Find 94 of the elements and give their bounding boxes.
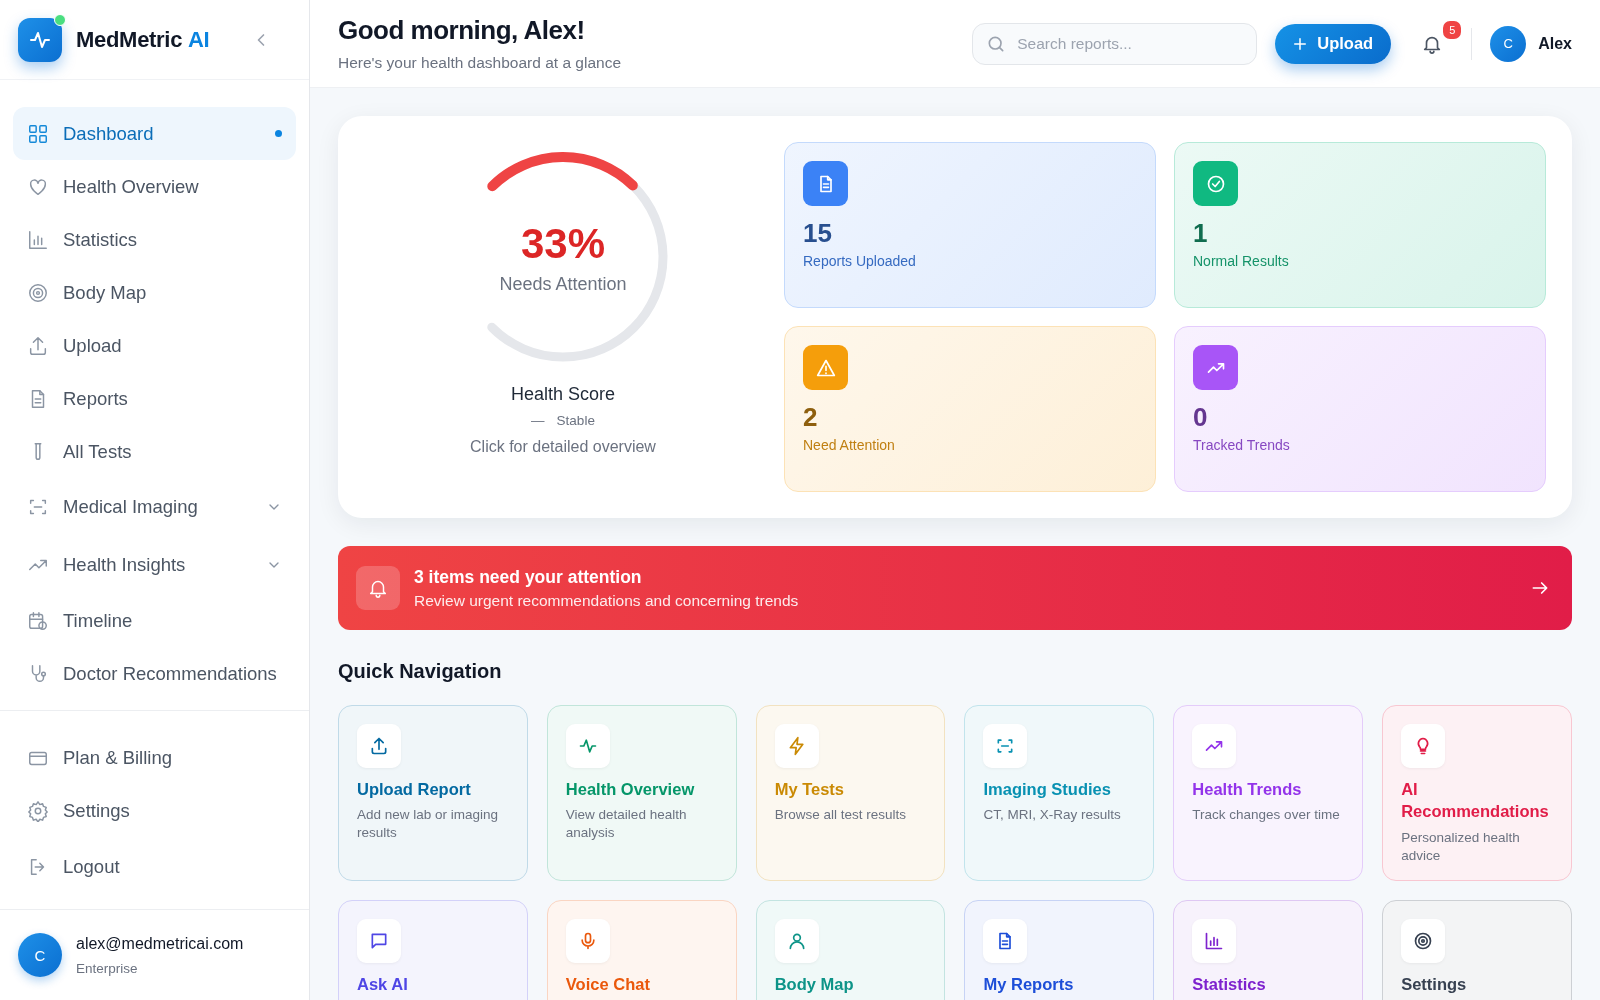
check-circle-icon xyxy=(1205,173,1226,194)
sidebar-item[interactable]: Medical Imaging xyxy=(13,478,296,537)
stat-label: Tracked Trends xyxy=(1193,437,1291,453)
stat-label: Reports Uploaded xyxy=(803,253,917,269)
upload-icon xyxy=(369,736,389,756)
calendar-clock-icon xyxy=(27,609,49,632)
upload-icon xyxy=(27,334,49,357)
score-hint: Click for detailed overview xyxy=(470,438,656,456)
health-score-panel[interactable]: 33% Needs Attention Health Score — Stable Click for detailed overview xyxy=(364,142,762,492)
target-icon xyxy=(27,281,49,304)
tile-title: My Reports xyxy=(983,974,1075,995)
alert-banner[interactable]: 3 items need your attention Review urgent recommendations and concerning trends xyxy=(338,546,1572,630)
stat-value: 2 xyxy=(803,402,819,433)
tile-title: Voice Chat xyxy=(565,974,651,995)
tile-title: Upload Report xyxy=(357,779,472,800)
tile-description: CT, MRI, X-Ray results xyxy=(983,806,1122,825)
sidebar-item[interactable]: Settings xyxy=(13,784,296,838)
tile-description: View detailed health analysis xyxy=(565,806,688,843)
settings-icon xyxy=(27,799,49,822)
tile-description: Personalized health advice xyxy=(1401,828,1521,865)
greeting-subtitle: Here's your health dashboard at a glance xyxy=(338,54,621,72)
sidebar-item[interactable]: Reports xyxy=(13,372,296,426)
search-field[interactable]: Search reports... xyxy=(972,22,1258,65)
stat-card[interactable]: 2 Need Attention xyxy=(784,326,1156,492)
nav-tile[interactable]: Voice Chat xyxy=(546,900,737,1000)
nav-tile[interactable]: Statistics xyxy=(1173,900,1364,1000)
nav-tile[interactable]: Ask AI xyxy=(338,900,528,1000)
alert-title: 3 items need your attention xyxy=(414,566,643,588)
bar-chart-icon xyxy=(1204,931,1225,951)
stat-value: 0 xyxy=(1193,402,1209,433)
stat-value: 15 xyxy=(803,218,833,249)
stat-card[interactable]: 15 Reports Uploaded xyxy=(784,142,1156,308)
user-name: Alex xyxy=(1538,34,1572,53)
score-value: 33% xyxy=(520,219,606,268)
stat-label: Normal Results xyxy=(1193,253,1290,269)
nav-tile[interactable]: Upload Report Add new lab or imaging results xyxy=(338,705,528,881)
active-dot xyxy=(275,130,282,138)
tile-title: Health Overview xyxy=(565,779,696,800)
alert-text: Review urgent recommendations and concerning trends xyxy=(414,591,799,610)
bar-chart-icon xyxy=(27,228,49,251)
pulse-icon xyxy=(577,736,598,756)
sidebar-item[interactable]: Dashboard xyxy=(13,107,296,161)
trend-label: Stable xyxy=(556,413,595,428)
tile-title: Body Map xyxy=(774,974,855,995)
nav-tile[interactable]: Health Overview View detailed health analysis xyxy=(546,705,737,881)
person-icon xyxy=(786,931,807,951)
sidebar-item[interactable]: Health Overview xyxy=(13,160,296,214)
nav-tile[interactable]: Body Map xyxy=(755,900,946,1000)
plan-name: Enterprise xyxy=(76,960,139,976)
score-status: Needs Attention xyxy=(499,273,627,295)
sidebar-item[interactable]: Upload xyxy=(13,319,296,373)
chat-icon xyxy=(369,931,389,951)
tile-title: Settings xyxy=(1401,974,1468,995)
tile-title: Imaging Studies xyxy=(983,779,1112,800)
sidebar-item[interactable]: Statistics xyxy=(13,213,296,267)
sidebar-item[interactable]: Doctor Recommendations xyxy=(13,647,296,701)
stat-card[interactable]: 1 Normal Results xyxy=(1174,142,1546,308)
scan-icon xyxy=(995,736,1016,756)
nav-tile[interactable]: My Reports xyxy=(964,900,1155,1000)
tile-title: My Tests xyxy=(774,779,846,800)
notification-count: 5 xyxy=(1441,18,1464,41)
upload-button[interactable]: Upload xyxy=(1275,23,1392,64)
warning-icon xyxy=(815,357,836,378)
tile-description: Browse all test results xyxy=(774,806,907,825)
user-email: alex@medmetricai.com xyxy=(76,934,244,953)
sidebar-item[interactable]: Timeline xyxy=(13,594,296,648)
tile-title: Health Trends xyxy=(1192,779,1303,800)
nav-tile[interactable]: Settings xyxy=(1382,900,1572,1000)
nav-tile[interactable]: Imaging Studies CT, MRI, X-Ray results xyxy=(964,705,1155,881)
tile-title: AI Recommendations xyxy=(1401,779,1550,823)
target-icon xyxy=(1413,931,1434,951)
sidebar-item[interactable]: All Tests xyxy=(13,425,296,479)
user-avatar[interactable]: C xyxy=(18,933,62,977)
greeting-title: Good morning, Alex! xyxy=(338,15,586,46)
tile-title: Ask AI xyxy=(357,974,409,995)
sidebar-item[interactable]: Plan & Billing xyxy=(13,731,296,785)
stat-label: Need Attention xyxy=(803,437,896,453)
sidebar-item[interactable]: Body Map xyxy=(13,266,296,320)
tile-title: Statistics xyxy=(1192,974,1267,995)
tile-description: Track changes over time xyxy=(1192,806,1341,825)
user-avatar[interactable]: C xyxy=(1490,25,1527,62)
dashboard-icon xyxy=(27,122,49,145)
section-title: Quick Navigation xyxy=(338,660,503,683)
sidebar-item[interactable]: Health Insights xyxy=(13,536,296,595)
sidebar-item[interactable]: Logout xyxy=(13,837,296,898)
brand-name: MedMetric AI xyxy=(76,26,210,53)
stat-card[interactable]: 0 Tracked Trends xyxy=(1174,326,1546,492)
trend-mark: — xyxy=(531,413,545,428)
stat-value: 1 xyxy=(1193,218,1209,249)
nav-tile[interactable]: My Tests Browse all test results xyxy=(755,705,946,881)
nav-tile[interactable]: Health Trends Track changes over time xyxy=(1173,705,1364,881)
score-title: Health Score xyxy=(510,384,616,405)
nav-tile[interactable]: AI Recommendations Personalized health advice xyxy=(1382,705,1572,881)
tile-description: Add new lab or imaging results xyxy=(357,806,500,843)
